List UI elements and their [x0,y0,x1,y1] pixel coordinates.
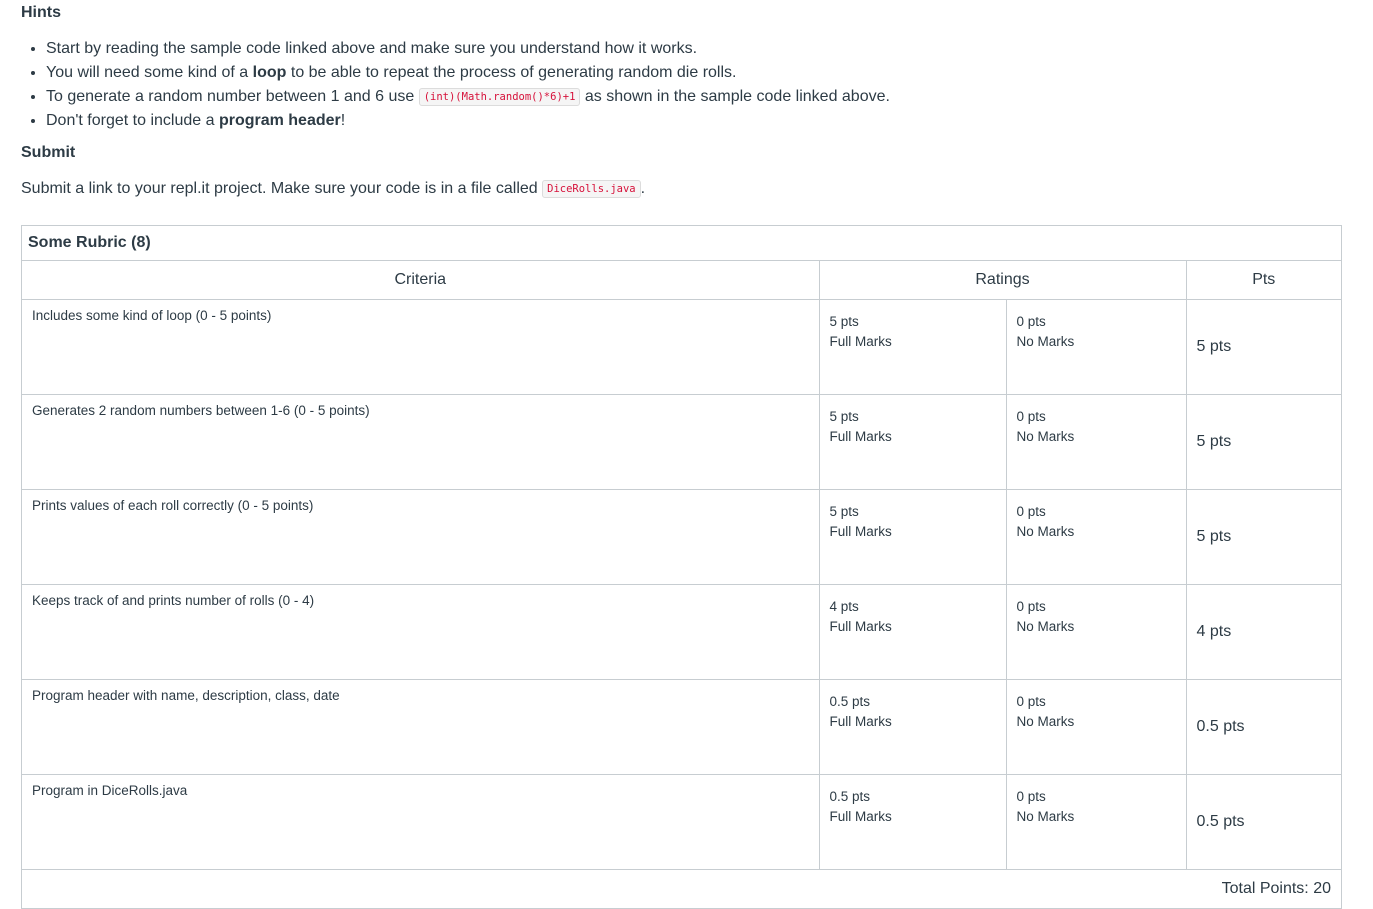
rating-label: Full Marks [829,334,892,349]
criterion-points: 0.5 pts [1186,679,1341,775]
hint-text: ! [340,112,346,129]
rubric-title: Some Rubric (8) [22,226,1341,261]
rating-label: Full Marks [829,524,892,539]
criterion-description: Generates 2 random numbers between 1-6 (… [22,394,820,490]
rating-label: Full Marks [829,809,892,824]
hint-text: as shown in the sample code linked above… [580,88,890,105]
hint-item: Don't forget to include a program header… [46,109,1342,133]
rubric-row: Includes some kind of loop (0 - 5 points… [22,299,1341,395]
rating-points: 5 pts [829,409,859,424]
assignment-content: Hints Start by reading the sample code l… [21,0,1342,201]
rating-label: No Marks [1016,809,1075,824]
rating-no-marks: 0 pts No Marks [1006,679,1187,775]
submit-text-end: . [640,180,646,197]
rating-no-marks: 0 pts No Marks [1006,489,1187,585]
rubric-header-row: Criteria Ratings Pts [22,261,1341,300]
criterion-description: Includes some kind of loop (0 - 5 points… [22,299,820,395]
hint-bold-text: loop [252,64,287,81]
hint-code-snippet: (int)(Math.random()*6)+1 [418,88,581,106]
rating-no-marks: 0 pts No Marks [1006,394,1187,490]
hints-list: Start by reading the sample code linked … [21,37,1342,133]
hint-item: To generate a random number between 1 an… [46,85,1342,109]
criterion-points: 0.5 pts [1186,774,1341,870]
rating-label: No Marks [1016,714,1075,729]
rating-no-marks: 0 pts No Marks [1006,299,1187,395]
hint-text: to be able to repeat the process of gene… [286,64,737,81]
rating-points: 0 pts [1016,599,1046,614]
criterion-description: Program header with name, description, c… [22,679,820,775]
pts-header: Pts [1186,261,1341,300]
rating-points: 0.5 pts [829,694,871,709]
hint-item: Start by reading the sample code linked … [46,37,1342,61]
rating-points: 4 pts [829,599,859,614]
rating-points: 5 pts [829,504,859,519]
hint-text: Start by reading the sample code linked … [46,40,698,57]
rating-no-marks: 0 pts No Marks [1006,774,1187,870]
criterion-description: Keeps track of and prints number of roll… [22,584,820,680]
hint-text: You will need some kind of a [46,64,253,81]
rating-points: 0 pts [1016,314,1046,329]
rubric-row: Program header with name, description, c… [22,679,1341,775]
rating-label: No Marks [1016,334,1075,349]
rating-full-marks: 5 pts Full Marks [819,394,1007,490]
rubric-row: Program in DiceRolls.java 0.5 pts Full Ma… [22,774,1341,870]
rubric-table: Criteria Ratings Pts Includes some kind … [22,261,1341,870]
criterion-points: 5 pts [1186,394,1341,490]
rating-label: No Marks [1016,619,1075,634]
criteria-header: Criteria [22,261,820,300]
rating-label: Full Marks [829,429,892,444]
rubric-row: Keeps track of and prints number of roll… [22,584,1341,680]
rubric-row: Generates 2 random numbers between 1-6 (… [22,394,1341,490]
criterion-points: 5 pts [1186,299,1341,395]
rating-points: 5 pts [829,314,859,329]
criterion-points: 4 pts [1186,584,1341,680]
hint-text: To generate a random number between 1 an… [46,88,419,105]
hint-text: Don't forget to include a [46,112,219,129]
rating-full-marks: 5 pts Full Marks [819,489,1007,585]
rubric-row: Prints values of each roll correctly (0 … [22,489,1341,585]
rating-label: No Marks [1016,429,1075,444]
rubric-total-points: Total Points: 20 [1221,880,1331,897]
ratings-header: Ratings [819,261,1187,300]
rating-full-marks: 0.5 pts Full Marks [819,679,1007,775]
rating-no-marks: 0 pts No Marks [1006,584,1187,680]
hints-heading: Hints [21,4,61,21]
rating-points: 0 pts [1016,694,1046,709]
hint-item: You will need some kind of a loop to be … [46,61,1342,85]
rating-points: 0 pts [1016,504,1046,519]
submit-heading: Submit [21,144,76,161]
rating-points: 0 pts [1016,409,1046,424]
rating-label: No Marks [1016,524,1075,539]
rating-label: Full Marks [829,619,892,634]
rubric-container: Some Rubric (8) Criteria Ratings Pts Inc… [21,225,1342,909]
criterion-description: Program in DiceRolls.java [22,774,820,870]
criterion-points: 5 pts [1186,489,1341,585]
submit-text: Submit a link to your repl.it project. M… [21,180,543,197]
rating-full-marks: 0.5 pts Full Marks [819,774,1007,870]
rating-full-marks: 5 pts Full Marks [819,299,1007,395]
hint-bold-text: program header [218,112,341,129]
rating-full-marks: 4 pts Full Marks [819,584,1007,680]
criterion-description: Prints values of each roll correctly (0 … [22,489,820,585]
rating-label: Full Marks [829,714,892,729]
filename-code: DiceRolls.java [542,180,641,198]
rating-points: 0 pts [1016,789,1046,804]
rating-points: 0.5 pts [829,789,871,804]
submit-instructions: Submit a link to your repl.it project. M… [21,177,1342,201]
